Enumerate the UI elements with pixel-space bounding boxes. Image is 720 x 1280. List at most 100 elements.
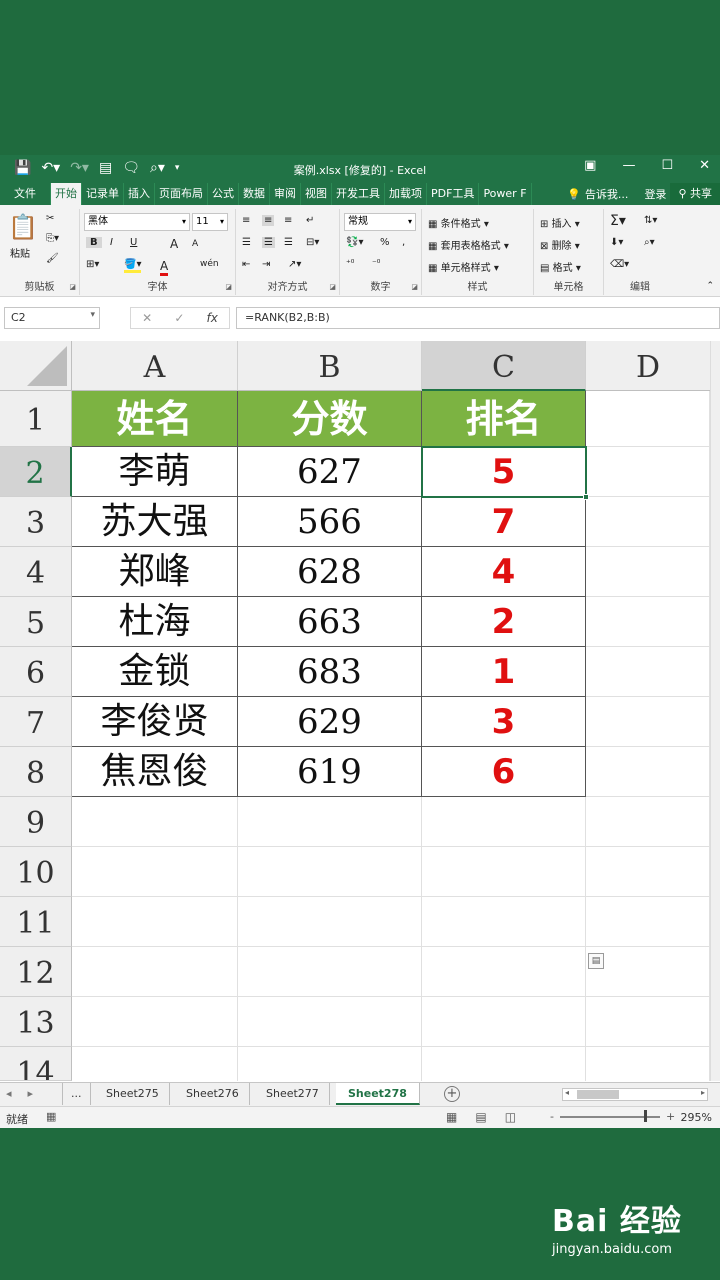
cell-d6[interactable] (586, 647, 710, 697)
cell-d3[interactable] (586, 497, 710, 547)
cell-a1[interactable]: 姓名 (72, 391, 238, 447)
cell-c8[interactable]: 6 (422, 747, 586, 797)
enter-icon[interactable]: ✓ (174, 311, 184, 325)
cell-c2[interactable]: 5 (422, 447, 586, 497)
empty-cell[interactable] (586, 797, 710, 847)
copy-icon[interactable]: ⎘▾ (46, 233, 59, 244)
font-color-button[interactable]: A (160, 259, 169, 276)
cell-a6[interactable]: 金锁 (72, 647, 238, 697)
row-header-7[interactable]: 7 (0, 697, 72, 747)
add-sheet-icon[interactable]: + (444, 1086, 460, 1102)
currency-icon[interactable]: 💱▾ (346, 237, 363, 248)
zoom-in-button[interactable]: + (666, 1110, 675, 1123)
dialog-launcher-icon[interactable]: ◪ (225, 283, 232, 291)
tab-form[interactable]: 记录单 (82, 183, 124, 205)
percent-button[interactable]: % (380, 237, 390, 248)
row-header-10[interactable]: 10 (0, 847, 72, 897)
empty-cell[interactable] (72, 897, 238, 947)
empty-cell[interactable] (422, 847, 586, 897)
empty-cell[interactable] (238, 847, 422, 897)
cell-a3[interactable]: 苏大强 (72, 497, 238, 547)
shrink-font-button[interactable]: A (192, 239, 198, 249)
empty-cell[interactable] (586, 1047, 710, 1081)
empty-cell[interactable] (72, 797, 238, 847)
sheet-tab-275[interactable]: Sheet275 (96, 1083, 170, 1105)
decrease-decimal-icon[interactable]: ⁻⁰ (372, 259, 380, 269)
cell-b8[interactable]: 619 (238, 747, 422, 797)
tab-developer[interactable]: 开发工具 (332, 183, 385, 205)
tab-addins[interactable]: 加载项 (385, 183, 427, 205)
font-size-select[interactable]: 11 ▾ (192, 213, 228, 231)
macro-record-icon[interactable]: ▦ (46, 1110, 56, 1123)
phonetic-button[interactable]: wén (200, 259, 219, 269)
cell-d4[interactable] (586, 547, 710, 597)
grow-font-button[interactable]: A (170, 237, 178, 251)
column-header-a[interactable]: A (72, 341, 238, 391)
empty-cell[interactable] (238, 997, 422, 1047)
ribbon-display-icon[interactable]: ▣ (584, 158, 596, 173)
empty-cell[interactable] (72, 847, 238, 897)
zoom-out-button[interactable]: - (550, 1110, 554, 1123)
empty-cell[interactable] (586, 897, 710, 947)
orientation-icon[interactable]: ↗▾ (288, 259, 301, 270)
number-format-select[interactable]: 常规 ▾ (344, 213, 416, 231)
row-header-11[interactable]: 11 (0, 897, 72, 947)
row-header-2[interactable]: 2 (0, 447, 72, 497)
maximize-icon[interactable]: ☐ (661, 158, 673, 173)
scroll-thumb[interactable] (577, 1090, 619, 1099)
delete-cells-button[interactable]: ⊠ 删除 ▾ (540, 237, 580, 252)
sort-filter-icon[interactable]: ⇅▾ (644, 215, 657, 226)
horizontal-scrollbar[interactable]: ◂ ▸ (562, 1088, 708, 1101)
find-icon[interactable]: ⌕▾ (644, 237, 655, 248)
paste-icon[interactable]: 📋 (8, 213, 38, 241)
page-break-view-icon[interactable]: ◫ (505, 1110, 516, 1124)
cell-a7[interactable]: 李俊贤 (72, 697, 238, 747)
row-header-13[interactable]: 13 (0, 997, 72, 1047)
fill-handle[interactable] (583, 494, 589, 500)
dialog-launcher-icon[interactable]: ◪ (411, 283, 418, 291)
cell-b6[interactable]: 683 (238, 647, 422, 697)
paste-button[interactable]: 粘贴 (10, 245, 30, 260)
tell-me-box[interactable]: 告诉我... (585, 186, 629, 202)
select-all-button[interactable] (0, 341, 72, 391)
cell-b4[interactable]: 628 (238, 547, 422, 597)
row-header-4[interactable]: 4 (0, 547, 72, 597)
cell-styles-button[interactable]: ▦ 单元格样式 ▾ (428, 259, 499, 274)
zoom-slider[interactable] (559, 1109, 660, 1122)
minimize-icon[interactable]: — (622, 158, 635, 173)
tab-file[interactable]: 文件 (0, 183, 51, 205)
tab-formulas[interactable]: 公式 (208, 183, 239, 205)
collapse-ribbon-icon[interactable]: ⌃ (706, 281, 714, 291)
quick-analysis-icon[interactable]: ▤ (588, 953, 604, 969)
cell-d1[interactable] (586, 391, 710, 447)
cell-a8[interactable]: 焦恩俊 (72, 747, 238, 797)
cell-c5[interactable]: 2 (422, 597, 586, 647)
cell-d2[interactable] (586, 447, 710, 497)
empty-cell[interactable] (72, 947, 238, 997)
cell-c7[interactable]: 3 (422, 697, 586, 747)
tab-review[interactable]: 审阅 (270, 183, 301, 205)
clear-icon[interactable]: ⌫▾ (610, 259, 629, 270)
conditional-format-button[interactable]: ▦ 条件格式 ▾ (428, 215, 489, 230)
column-header-d[interactable]: D (586, 341, 710, 391)
align-top-icon[interactable]: ≡ (242, 215, 250, 226)
empty-cell[interactable] (586, 947, 710, 997)
autosum-icon[interactable]: Σ▾ (610, 213, 626, 229)
row-header-14[interactable]: 14 (0, 1047, 72, 1081)
format-cells-button[interactable]: ▤ 格式 ▾ (540, 259, 581, 274)
align-bottom-icon[interactable]: ≡ (284, 215, 292, 226)
comma-button[interactable]: , (402, 237, 405, 248)
empty-cell[interactable] (238, 897, 422, 947)
align-left-icon[interactable]: ☰ (242, 237, 251, 248)
cell-c3[interactable]: 7 (422, 497, 586, 547)
cell-a2[interactable]: 李萌 (72, 447, 238, 497)
name-box[interactable]: C2 ▾ (4, 307, 100, 329)
tab-home[interactable]: 开始 (51, 183, 82, 205)
row-header-8[interactable]: 8 (0, 747, 72, 797)
insert-cells-button[interactable]: ⊞ 插入 ▾ (540, 215, 580, 230)
merge-center-icon[interactable]: ⊟▾ (306, 237, 319, 248)
row-header-5[interactable]: 5 (0, 597, 72, 647)
empty-cell[interactable] (72, 1047, 238, 1081)
bold-button[interactable]: B (86, 237, 102, 248)
sheet-tab-more[interactable]: ... (62, 1083, 91, 1105)
